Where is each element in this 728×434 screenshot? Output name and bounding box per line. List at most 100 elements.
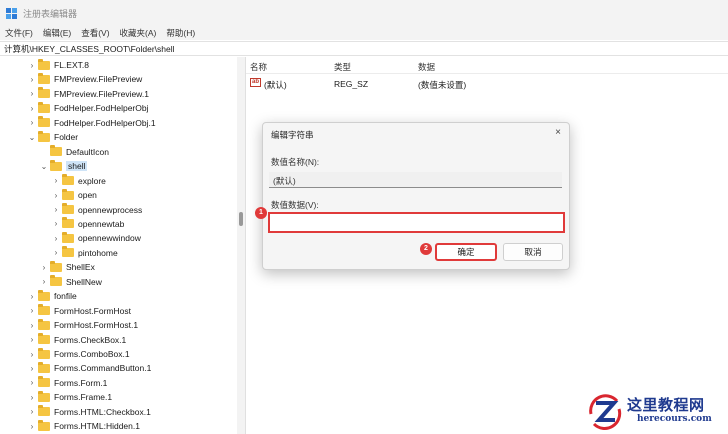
tree-item[interactable]: › FormHost.FormHost [28,304,131,318]
menu-favorites[interactable]: 收藏夹(A) [120,27,157,39]
tree-item[interactable]: ⌄ shell [40,159,88,173]
tree-item-label: opennewprocess [78,204,143,215]
tree-item-label: Folder [54,132,79,143]
tree-item[interactable]: › open [52,188,97,202]
chevron-right-icon[interactable]: › [28,89,36,98]
tree-item-label: Forms.CommandButton.1 [54,363,152,374]
chevron-down-icon[interactable]: ⌄ [28,133,36,142]
folder-icon [38,318,50,330]
tree-item[interactable]: › FMPreview.FilePreview.1 [28,87,149,101]
tree-item[interactable]: › Forms.CommandButton.1 [28,361,151,375]
chevron-right-icon[interactable]: › [52,219,60,228]
tree-item[interactable]: › ShellNew [40,275,102,289]
chevron-right-icon[interactable]: › [28,118,36,127]
tree-item[interactable]: › ShellEx [40,260,95,274]
tree-item-label: FMPreview.FilePreview.1 [54,88,149,99]
chevron-right-icon[interactable]: › [40,263,48,272]
chevron-right-icon[interactable]: › [28,364,36,373]
chevron-right-icon[interactable]: › [28,292,36,301]
folder-icon [38,116,50,128]
tree-item[interactable]: › Forms.HTML:Checkbox.1 [28,405,151,419]
address-bar[interactable]: 计算机\HKEY_CLASSES_ROOT\Folder\shell [0,41,728,56]
cancel-button[interactable]: 取消 [503,243,563,261]
menu-file[interactable]: 文件(F) [5,27,33,39]
column-type-header[interactable]: 类型 [334,61,351,73]
folder-icon [38,376,50,388]
tree-item[interactable]: › Forms.CheckBox.1 [28,333,126,347]
chevron-down-icon[interactable]: ⌄ [40,162,48,171]
tree-item-label: Forms.Form.1 [54,377,108,388]
tree-item-label: Forms.HTML:Checkbox.1 [54,406,151,417]
watermark: 这里教程网 herecours.com [583,392,728,434]
tree-item[interactable]: › FormHost.FormHost.1 [28,318,138,332]
tree-item-label: FormHost.FormHost [54,305,131,316]
folder-icon [62,174,74,186]
list-header: 名称 类型 数据 [246,57,728,74]
chevron-right-icon[interactable]: › [28,75,36,84]
tree-item[interactable]: › explore [52,174,106,188]
tree-item-label: opennewtab [78,218,125,229]
value-name: (默认) [264,80,287,90]
value-row[interactable]: ab (默认) REG_SZ (数值未设置) [246,77,728,91]
chevron-right-icon[interactable]: › [28,306,36,315]
chevron-right-icon[interactable]: › [28,407,36,416]
chevron-right-icon[interactable]: › [28,104,36,113]
tree-item[interactable]: › fonfile [28,289,77,303]
tree-item[interactable]: › Forms.HTML:Hidden.1 [28,419,140,433]
tree-item[interactable]: › pintohome [52,246,118,260]
tree-item[interactable]: › Forms.ComboBox.1 [28,347,130,361]
tree-item-label: opennewwindow [78,233,141,244]
menu-view[interactable]: 查看(V) [81,27,109,39]
chevron-right-icon[interactable]: › [28,61,36,70]
ok-button[interactable]: 确定 [435,243,497,261]
tree-item[interactable]: › opennewtab [52,217,124,231]
menu-edit[interactable]: 编辑(E) [43,27,71,39]
folder-icon [38,347,50,359]
watermark-en-text: herecours.com [637,414,712,424]
tree-item-label: Forms.Frame.1 [54,392,113,403]
value-data-input[interactable] [268,212,565,233]
menu-help[interactable]: 帮助(H) [166,27,195,39]
tree-item-label: explore [78,175,106,186]
tree-item[interactable]: › FL.EXT.8 [28,58,89,72]
chevron-right-icon[interactable]: › [28,393,36,402]
registry-editor-icon [6,7,17,19]
tree-item-label: ShellNew [66,276,102,287]
chevron-right-icon[interactable]: › [28,335,36,344]
folder-icon [38,289,50,301]
scrollbar-thumb[interactable] [239,212,243,226]
tree-item[interactable]: › opennewprocess [52,203,142,217]
value-type: REG_SZ [334,79,369,89]
close-icon[interactable]: × [555,127,561,138]
tree-item[interactable]: DefaultIcon [40,145,109,159]
edit-string-dialog: 编辑字符串 × 数值名称(N): (默认) 数值数据(V): 确定 取消 1 2 [255,122,570,270]
tree-item[interactable]: › Forms.Frame.1 [28,390,112,404]
tree-item-label: ShellEx [66,262,95,273]
tree-scrollbar[interactable] [237,57,245,434]
tree-item[interactable]: › FMPreview.FilePreview [28,72,142,86]
folder-icon [62,246,74,258]
chevron-right-icon[interactable]: › [28,321,36,330]
tree-item[interactable]: › FodHelper.FodHelperObj [28,101,149,115]
chevron-right-icon[interactable]: › [52,248,60,257]
column-name-header[interactable]: 名称 [250,61,267,73]
chevron-right-icon[interactable]: › [28,350,36,359]
chevron-right-icon[interactable]: › [52,176,60,185]
folder-icon [38,101,50,113]
tree-item[interactable]: › FodHelper.FodHelperObj.1 [28,116,156,130]
chevron-right-icon[interactable]: › [28,378,36,387]
chevron-right-icon[interactable]: › [52,234,60,243]
chevron-right-icon[interactable]: › [28,422,36,431]
tree-item[interactable]: › opennewwindow [52,231,141,245]
tree-item-label: FMPreview.FilePreview [54,74,143,85]
folder-icon [62,217,74,229]
folder-icon [50,145,62,157]
column-data-header[interactable]: 数据 [418,61,435,73]
chevron-right-icon[interactable]: › [40,277,48,286]
tree-item[interactable]: ⌄ Folder [28,130,78,144]
chevron-right-icon[interactable]: › [52,205,60,214]
tree-item-label: FormHost.FormHost.1 [54,320,139,331]
step-2-badge: 2 [420,243,432,255]
chevron-right-icon[interactable]: › [52,191,60,200]
tree-item[interactable]: › Forms.Form.1 [28,376,107,390]
